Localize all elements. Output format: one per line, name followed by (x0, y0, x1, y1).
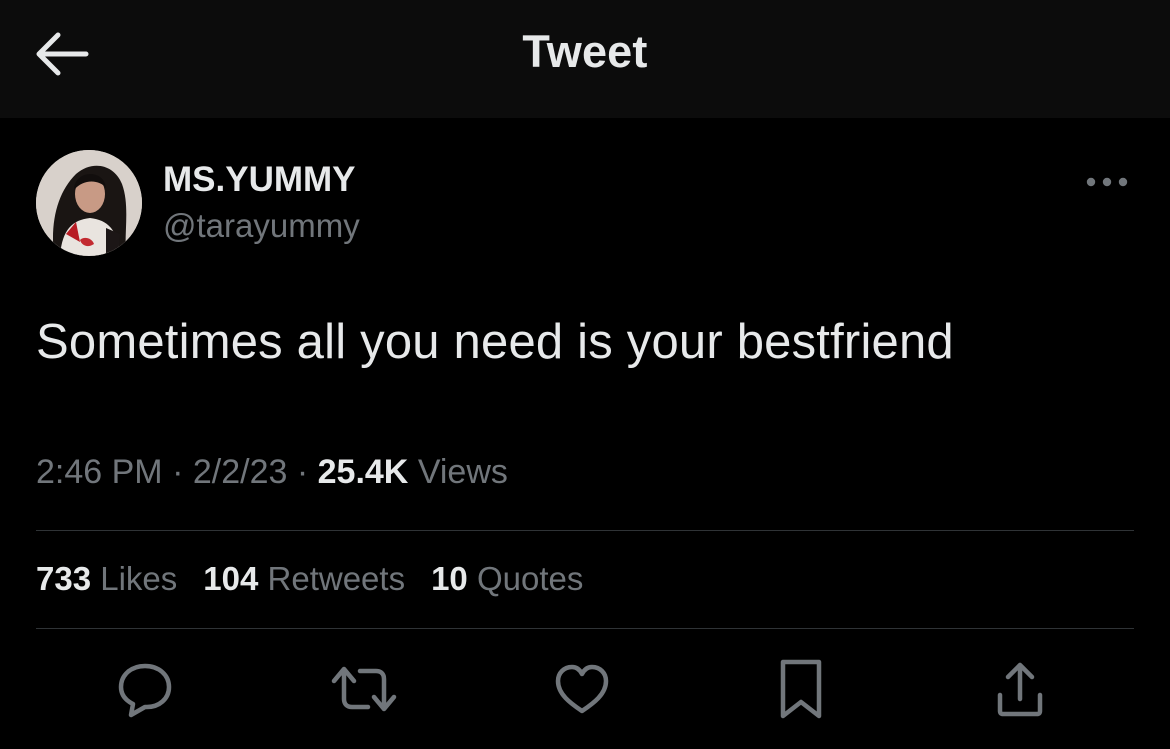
engagement-stats: 733 Likes 104 Retweets 10 Quotes (36, 560, 609, 598)
share-button[interactable] (985, 654, 1055, 724)
tweet-text: Sometimes all you need is your bestfrien… (36, 315, 954, 369)
more-horizontal-icon (1086, 177, 1128, 187)
user-handle[interactable]: @tarayummy (163, 207, 360, 245)
quotes-count: 10 (431, 560, 468, 597)
retweet-button[interactable] (329, 654, 399, 724)
avatar[interactable] (36, 150, 142, 256)
retweets-count: 104 (203, 560, 259, 597)
divider (36, 530, 1134, 531)
top-bar: Tweet (0, 0, 1170, 118)
likes-stat[interactable]: 733 Likes (36, 560, 177, 598)
tweet-date[interactable]: 2/2/23 (193, 453, 288, 491)
retweets-label: Retweets (267, 560, 406, 597)
reply-icon (118, 663, 172, 718)
share-icon (997, 662, 1043, 717)
quotes-stat[interactable]: 10 Quotes (431, 560, 583, 598)
quotes-label: Quotes (476, 560, 584, 597)
views-count: 25.4K (317, 453, 409, 491)
like-icon (555, 664, 609, 714)
retweets-stat[interactable]: 104 Retweets (203, 560, 405, 598)
tweet-detail-screen: Tweet MS.YUMMY @tarayummy Sometimes all … (0, 0, 1170, 749)
like-button[interactable] (547, 654, 617, 724)
likes-label: Likes (100, 560, 178, 597)
divider (36, 628, 1134, 629)
bookmark-button[interactable] (766, 654, 836, 724)
bookmark-icon (780, 659, 822, 719)
tweet-meta: 2:46 PM · 2/2/23 · 25.4K Views (36, 453, 508, 492)
meta-separator: · (296, 453, 309, 491)
retweet-icon (331, 666, 397, 712)
views-label: Views (417, 453, 508, 491)
meta-separator: · (172, 453, 184, 491)
display-name[interactable]: MS.YUMMY (163, 160, 356, 200)
more-options-button[interactable] (1082, 166, 1132, 198)
profile-photo-icon (36, 150, 142, 256)
reply-button[interactable] (110, 654, 180, 724)
tweet-time[interactable]: 2:46 PM (36, 453, 163, 491)
likes-count: 733 (36, 560, 92, 597)
page-title: Tweet (522, 26, 648, 77)
